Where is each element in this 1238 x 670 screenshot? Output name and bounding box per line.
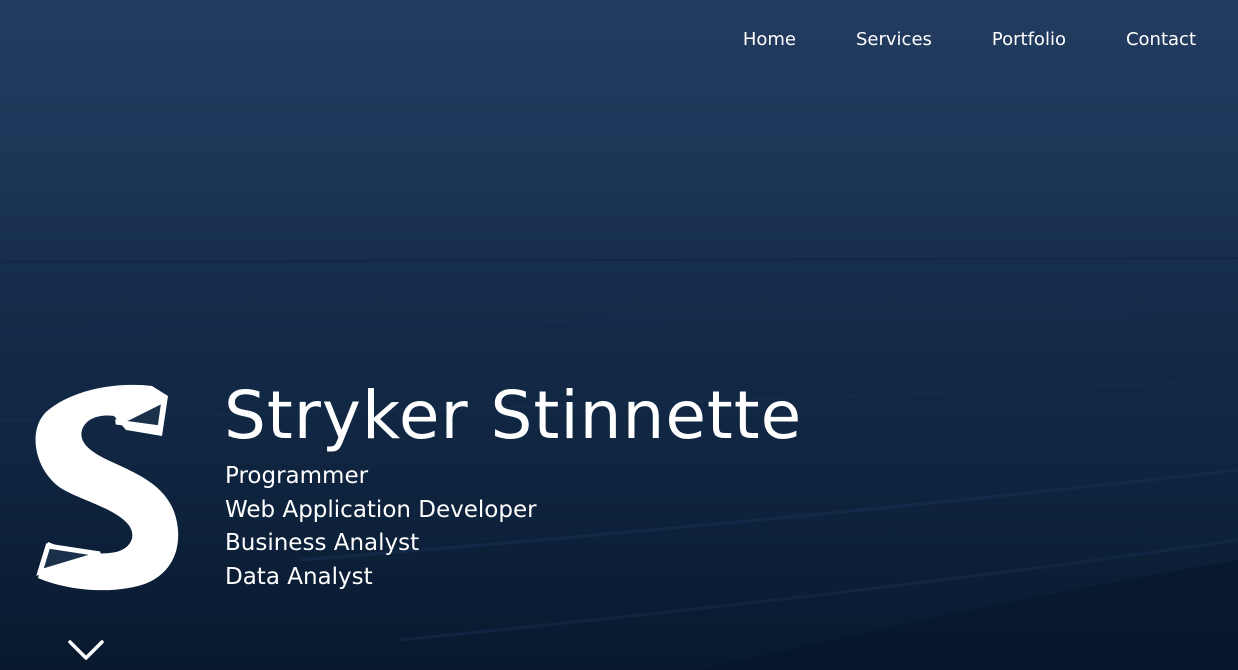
role-item: Web Application Developer bbox=[225, 496, 537, 523]
role-item: Programmer bbox=[225, 463, 369, 489]
role-item: Business Analyst bbox=[225, 530, 420, 557]
nav-item-home[interactable]: Home bbox=[743, 28, 796, 52]
page-title: Stryker Stinnette bbox=[224, 377, 803, 454]
main-nav: Home Services Portfolio Contact bbox=[743, 28, 1196, 52]
ocean-background bbox=[0, 257, 1238, 670]
roles-list: Programmer Web Application Developer Bus… bbox=[225, 460, 537, 595]
s-logo-icon bbox=[35, 384, 179, 591]
nav-item-portfolio[interactable]: Portfolio bbox=[992, 28, 1066, 52]
hero-section: Home Services Portfolio Contact Stryker … bbox=[0, 0, 1238, 670]
role-item: Data Analyst bbox=[225, 564, 373, 591]
nav-item-contact[interactable]: Contact bbox=[1126, 28, 1196, 52]
nav-item-services[interactable]: Services bbox=[856, 28, 932, 52]
chevron-down-icon[interactable] bbox=[66, 636, 106, 664]
